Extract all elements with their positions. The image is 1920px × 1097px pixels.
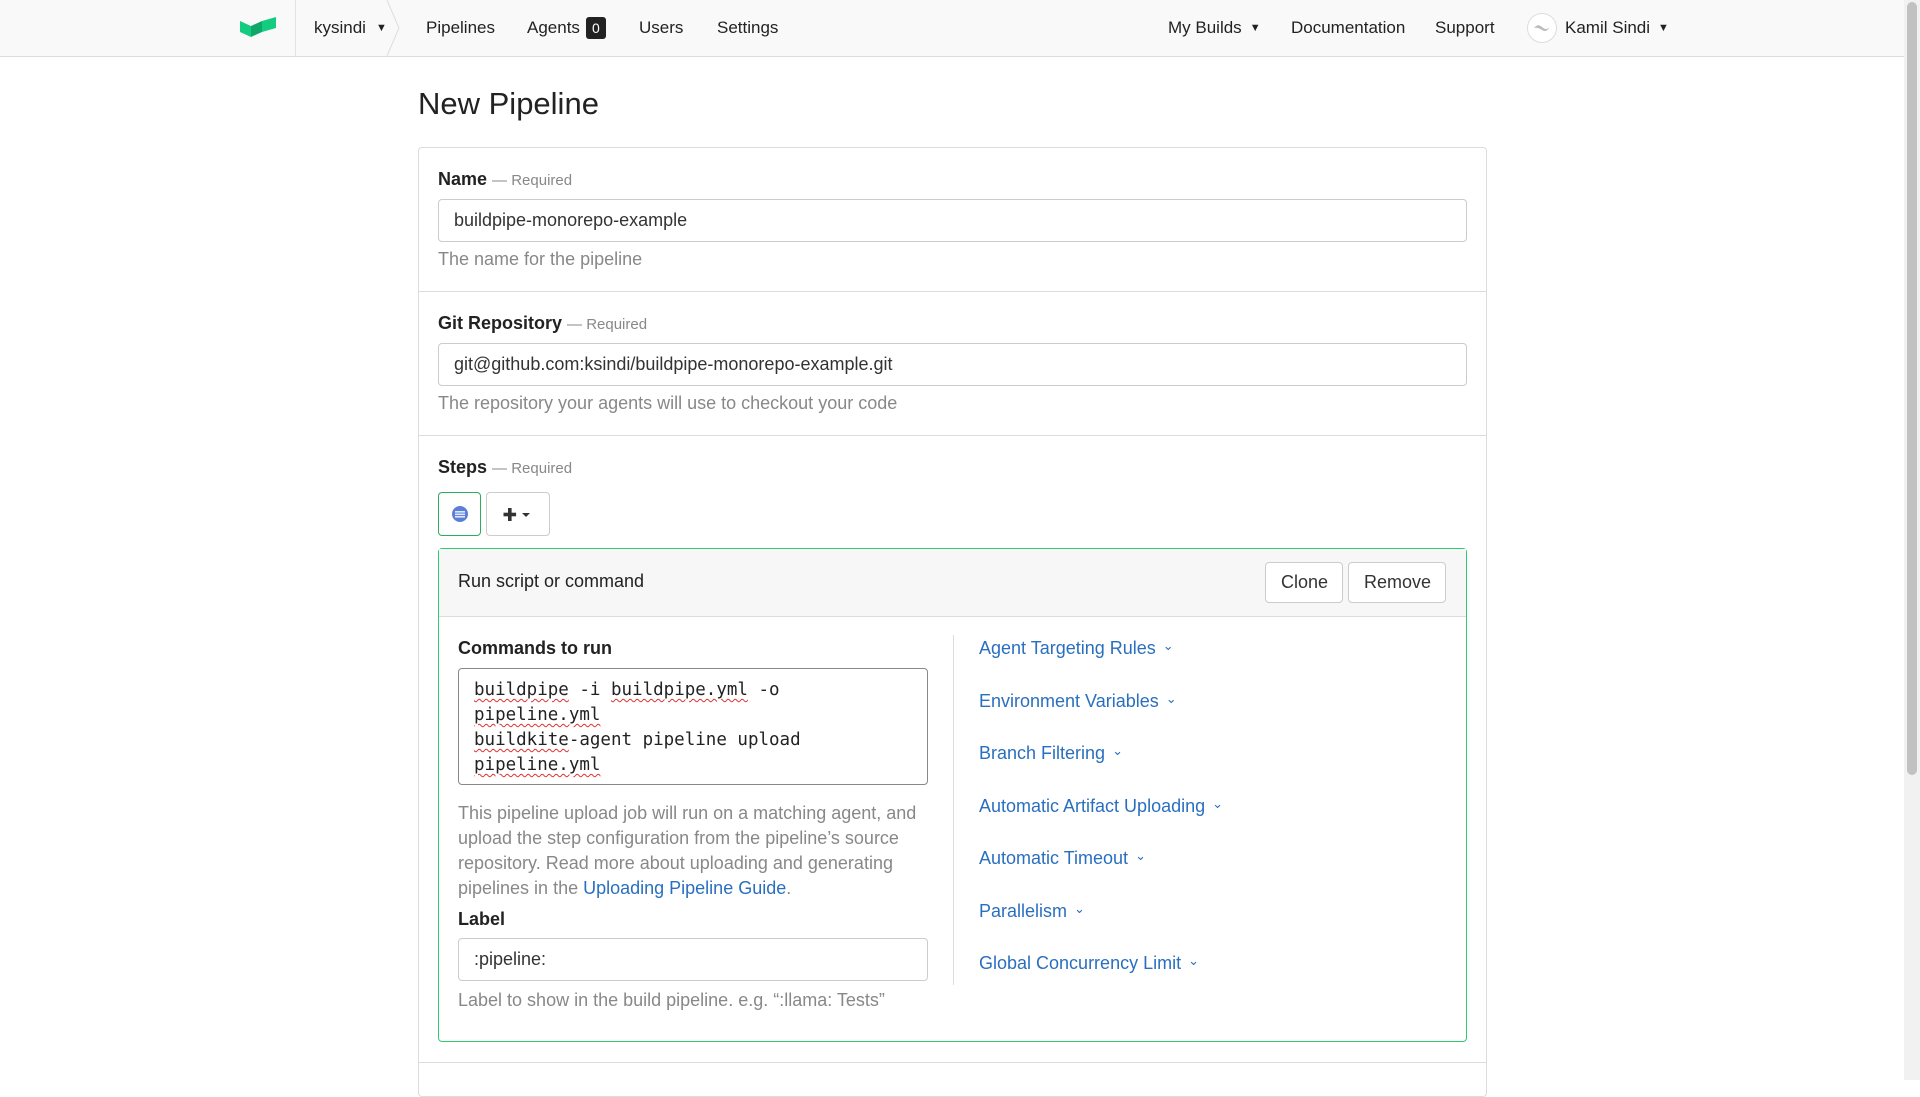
step-tab-pipeline[interactable]	[438, 492, 481, 536]
column-divider	[953, 635, 954, 985]
cmd-token: buildkite	[474, 730, 569, 750]
nav-agents[interactable]: Agents 0	[527, 0, 606, 56]
org-name: kysindi	[314, 18, 366, 37]
my-builds-menu[interactable]: My Builds ▼	[1168, 0, 1261, 56]
label-field-label: Label	[458, 909, 506, 929]
user-menu[interactable]: Kamil Sindi ▼	[1527, 0, 1669, 56]
nav-agents-label: Agents	[527, 18, 580, 37]
advanced-option-link[interactable]: Automatic Timeout ⌄	[979, 848, 1146, 869]
cmd-token: buildpipe	[474, 680, 569, 700]
advanced-option-label: Parallelism	[979, 901, 1068, 921]
chevron-down-icon: ⌄	[1074, 901, 1085, 916]
my-builds-label: My Builds	[1168, 18, 1242, 37]
steps-label-text: Steps	[438, 457, 488, 477]
clone-button[interactable]: Clone	[1265, 562, 1343, 603]
required-tag: — Required	[492, 172, 573, 189]
advanced-option-label: Branch Filtering	[979, 743, 1106, 763]
step-card-header: Run script or command Clone Remove	[439, 549, 1466, 617]
chevron-down-icon: ⌄	[1112, 743, 1123, 758]
name-field-label: Name — Required	[438, 169, 572, 190]
upload-description: This pipeline upload job will run on a m…	[458, 801, 928, 901]
breadcrumb-chevron-icon	[386, 0, 400, 56]
step-settings-column: Commands to run buildpipe -i buildpipe.y…	[458, 617, 930, 1041]
commands-label: Commands to run	[458, 638, 613, 658]
nav-settings[interactable]: Settings	[717, 0, 778, 56]
nav-pipelines[interactable]: Pipelines	[426, 0, 495, 56]
add-step-button[interactable]	[486, 492, 550, 536]
repository-hint: The repository your agents will use to c…	[438, 393, 898, 413]
org-switcher[interactable]: kysindi ▼	[295, 0, 395, 56]
advanced-option-link[interactable]: Environment Variables ⌄	[979, 691, 1177, 712]
advanced-option-label: Agent Targeting Rules	[979, 638, 1156, 658]
new-pipeline-form: Name — Required The name for the pipelin…	[418, 147, 1487, 1097]
plus-caret-icon	[503, 508, 530, 521]
step-label-input[interactable]	[458, 938, 928, 981]
name-section: Name — Required The name for the pipelin…	[419, 148, 1486, 292]
advanced-option-label: Environment Variables	[979, 691, 1159, 711]
required-tag: — Required	[567, 316, 648, 333]
description-end: .	[786, 878, 792, 898]
nav-users-label: Users	[639, 18, 684, 37]
required-tag: — Required	[492, 460, 573, 477]
nav-support[interactable]: Support	[1435, 0, 1495, 56]
buildkite-logo-icon[interactable]	[240, 17, 276, 41]
advanced-option-label: Automatic Timeout	[979, 848, 1129, 868]
advanced-option-label: Automatic Artifact Uploading	[979, 796, 1206, 816]
nav-settings-label: Settings	[717, 18, 779, 37]
nav-documentation[interactable]: Documentation	[1291, 0, 1405, 56]
chevron-down-icon: ⌄	[1165, 691, 1177, 706]
command-step-card: Run script or command Clone Remove Comma…	[438, 548, 1467, 1042]
git-repository-input[interactable]	[438, 343, 1467, 386]
uploading-pipeline-guide-link[interactable]: Uploading Pipeline Guide	[583, 878, 786, 898]
advanced-option-link[interactable]: Parallelism ⌄	[979, 901, 1085, 922]
cmd-token: -o	[747, 680, 780, 700]
remove-button[interactable]: Remove	[1348, 562, 1446, 603]
page-scrollbar-thumb[interactable]	[1907, 2, 1917, 775]
chevron-down-icon: ⌄	[1188, 953, 1199, 968]
pipeline-emoji-icon	[451, 506, 468, 522]
pipeline-name-input[interactable]	[438, 199, 1467, 242]
support-label: Support	[1435, 18, 1495, 37]
advanced-option-label: Global Concurrency Limit	[979, 953, 1182, 973]
name-label-text: Name	[438, 169, 488, 189]
advanced-option-link[interactable]: Branch Filtering ⌄	[979, 743, 1123, 764]
step-type-title: Run script or command	[458, 571, 645, 591]
cmd-token: -agent pipeline upload	[568, 730, 801, 750]
repository-field-label: Git Repository — Required	[438, 313, 647, 334]
cmd-token: pipeline.yml	[474, 705, 601, 725]
repository-label-text: Git Repository	[438, 313, 563, 333]
chevron-down-icon: ⌄	[1135, 848, 1146, 863]
cmd-token: pipeline.yml	[474, 755, 601, 775]
top-navigation-bar: kysindi ▼ Pipelines Agents 0 Users Setti…	[0, 0, 1904, 57]
label-hint: Label to show in the build pipeline. e.g…	[458, 990, 885, 1010]
name-hint: The name for the pipeline	[438, 249, 643, 269]
documentation-label: Documentation	[1291, 18, 1406, 37]
avatar-image-icon	[1534, 25, 1550, 31]
repository-section: Git Repository — Required The repository…	[419, 292, 1486, 436]
advanced-option-link[interactable]: Agent Targeting Rules ⌄	[979, 638, 1174, 659]
nav-users[interactable]: Users	[639, 0, 683, 56]
advanced-option-link[interactable]: Automatic Artifact Uploading ⌄	[979, 796, 1223, 817]
chevron-down-icon: ⌄	[1162, 638, 1174, 653]
steps-field-label: Steps — Required	[438, 457, 572, 478]
page-title: New Pipeline	[418, 86, 599, 121]
avatar	[1527, 13, 1557, 43]
advanced-option-link[interactable]: Global Concurrency Limit ⌄	[979, 953, 1199, 974]
agents-count-badge: 0	[585, 17, 606, 39]
caret-down-icon: ▼	[1658, 22, 1669, 34]
cmd-token: buildpipe.yml	[610, 680, 748, 700]
nav-pipelines-label: Pipelines	[426, 18, 495, 37]
cmd-token: -i	[568, 680, 611, 700]
caret-down-icon: ▼	[1249, 22, 1261, 34]
commands-textarea[interactable]: buildpipe -i buildpipe.yml -o pipeline.y…	[458, 668, 928, 785]
user-name-label: Kamil Sindi	[1565, 18, 1651, 37]
chevron-down-icon: ⌄	[1212, 796, 1224, 811]
